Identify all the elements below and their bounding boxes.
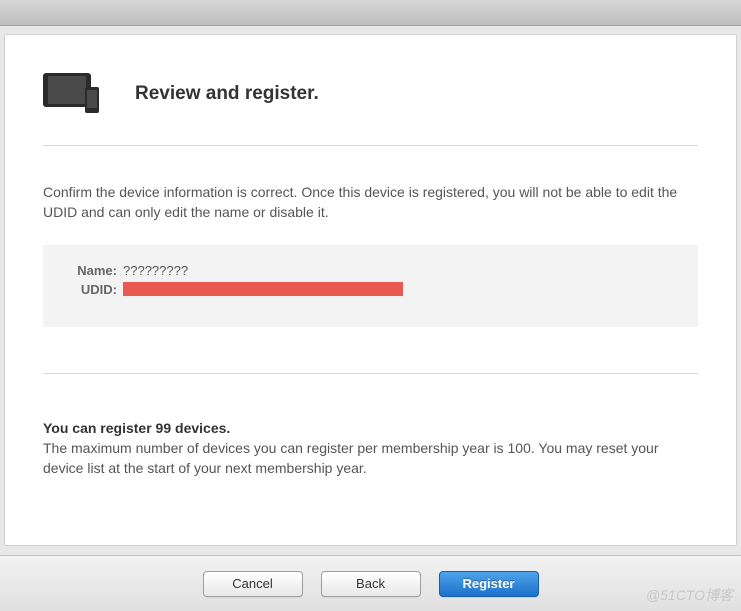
devices-icon: [43, 73, 107, 115]
divider: [43, 373, 698, 374]
limits-heading: You can register 99 devices.: [43, 420, 698, 436]
confirm-text: Confirm the device information is correc…: [43, 182, 698, 223]
footer-bar: Cancel Back Register: [0, 555, 741, 611]
main-panel: Review and register. Confirm the device …: [4, 34, 737, 546]
header-row: Review and register.: [43, 73, 698, 146]
tablet-icon: [43, 73, 91, 107]
device-info-box: Name: ????????? UDID:: [43, 245, 698, 327]
name-label: Name:: [65, 263, 117, 278]
udid-redacted: [123, 282, 403, 296]
limits-section: You can register 99 devices. The maximum…: [43, 420, 698, 479]
name-row: Name: ?????????: [65, 263, 676, 278]
phone-icon: [85, 87, 99, 113]
udid-label: UDID:: [65, 282, 117, 297]
cancel-button[interactable]: Cancel: [203, 571, 303, 597]
back-button[interactable]: Back: [321, 571, 421, 597]
limits-text: The maximum number of devices you can re…: [43, 438, 698, 479]
name-value: ?????????: [123, 263, 188, 278]
udid-row: UDID:: [65, 282, 676, 297]
window-toolbar: [0, 0, 741, 26]
page-title: Review and register.: [135, 83, 319, 105]
register-button[interactable]: Register: [439, 571, 539, 597]
